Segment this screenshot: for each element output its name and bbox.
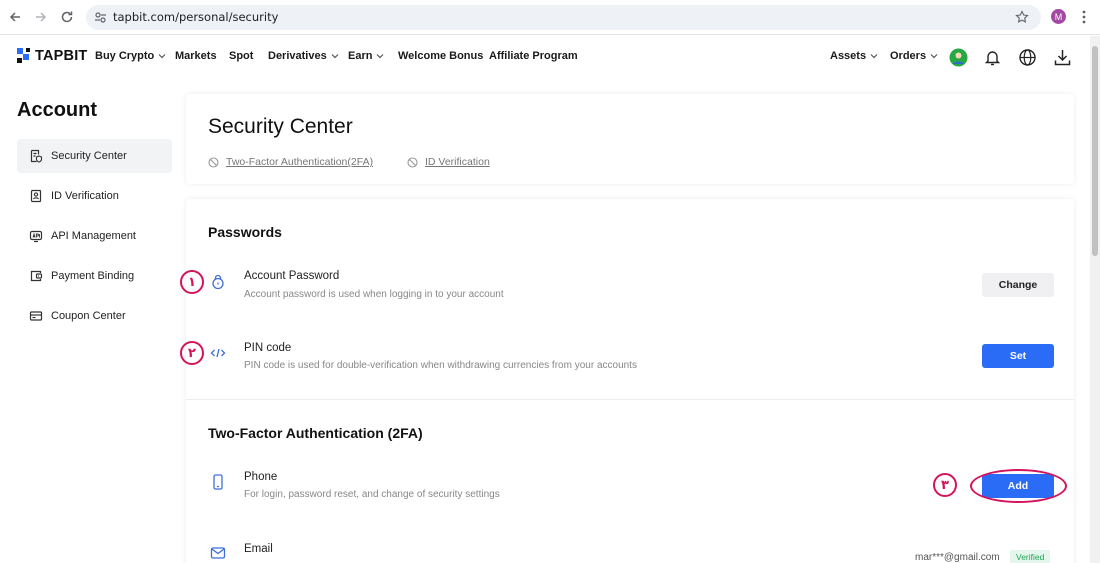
url-text: tapbit.com/personal/security: [113, 10, 279, 24]
chevron-down-icon: [158, 54, 166, 59]
pin-code-title: PIN code: [244, 342, 292, 354]
sidebar-item-coupon-center[interactable]: Coupon Center: [17, 299, 172, 333]
bell-icon[interactable]: [983, 48, 1002, 67]
verified-badge: Verified: [1010, 550, 1051, 563]
api-icon: [29, 230, 43, 243]
sidebar-item-api-management[interactable]: API Management: [17, 219, 172, 253]
lock-icon: [209, 273, 227, 291]
sidebar-item-payment-binding[interactable]: Payment Binding: [17, 259, 172, 293]
account-password-title: Account Password: [244, 270, 340, 282]
passwords-section-title: Passwords: [208, 224, 282, 240]
wallet-icon: [30, 270, 43, 282]
profile-avatar[interactable]: M: [1051, 9, 1066, 24]
nav-welcome-bonus[interactable]: Welcome Bonus: [398, 50, 483, 62]
tapbit-logo[interactable]: TAPBIT: [17, 48, 87, 64]
sidebar-title: Account: [17, 99, 97, 121]
chevron-down-icon: [870, 54, 878, 59]
annotation-marker-3: ٣: [933, 473, 957, 497]
ban-icon: [208, 156, 219, 168]
chevron-down-icon: [930, 54, 938, 59]
page-scrollbar[interactable]: [1090, 36, 1100, 563]
account-password-desc: Account password is used when logging in…: [244, 289, 504, 300]
scrollbar-thumb[interactable]: [1092, 46, 1098, 256]
logo-mark-icon: [17, 48, 31, 64]
back-icon[interactable]: [6, 8, 24, 26]
site-settings-icon[interactable]: [94, 11, 107, 24]
nav-affiliate-program[interactable]: Affiliate Program: [489, 50, 578, 62]
id-card-icon: [30, 189, 42, 203]
browser-toolbar: tapbit.com/personal/security M: [0, 0, 1100, 35]
chevron-down-icon: [331, 54, 339, 59]
bookmark-star-icon[interactable]: [1015, 10, 1029, 24]
email-value: mar***@gmail.com: [915, 552, 1000, 563]
chevron-down-icon: [377, 54, 384, 59]
forward-icon[interactable]: [32, 8, 50, 26]
annotation-marker-2: ٢: [180, 341, 204, 365]
phone-desc: For login, password reset, and change of…: [244, 489, 500, 500]
site-header: TAPBIT Buy Crypto Markets Spot Derivativ…: [0, 36, 1090, 80]
pin-code-desc: PIN code is used for double-verification…: [244, 360, 637, 371]
coupon-icon: [29, 311, 43, 321]
nav-earn[interactable]: Earn: [348, 50, 384, 62]
logo-text: TAPBIT: [35, 48, 88, 64]
phone-title: Phone: [244, 471, 278, 483]
document-shield-icon: [30, 149, 43, 163]
annotation-marker-1: ١: [180, 270, 204, 294]
mail-icon: [209, 544, 227, 562]
annotation-highlight-oval: [970, 469, 1067, 503]
sidebar-item-security-center[interactable]: Security Center: [17, 139, 172, 173]
security-center-header-card: [186, 94, 1074, 184]
status-link-2fa[interactable]: Two-Factor Authentication(2FA): [208, 156, 373, 168]
avatar-icon[interactable]: [949, 48, 968, 67]
page-title: Security Center: [208, 115, 353, 138]
nav-buy-crypto[interactable]: Buy Crypto: [95, 50, 166, 62]
ban-icon: [407, 156, 418, 168]
address-bar[interactable]: tapbit.com/personal/security: [86, 5, 1041, 30]
nav-assets[interactable]: Assets: [830, 50, 878, 62]
set-pin-button[interactable]: Set: [982, 344, 1054, 368]
nav-orders[interactable]: Orders: [890, 50, 938, 62]
nav-spot[interactable]: Spot: [229, 50, 253, 62]
code-icon: [209, 344, 227, 362]
section-divider: [186, 399, 1074, 400]
download-icon[interactable]: [1053, 48, 1072, 67]
phone-icon: [209, 473, 227, 491]
security-settings-card: [186, 199, 1074, 563]
reload-icon[interactable]: [58, 8, 76, 26]
change-password-button[interactable]: Change: [982, 273, 1054, 297]
sidebar-item-id-verification[interactable]: ID Verification: [17, 179, 172, 213]
nav-markets[interactable]: Markets: [175, 50, 217, 62]
email-title: Email: [244, 543, 273, 555]
twofa-section-title: Two-Factor Authentication (2FA): [208, 425, 423, 441]
globe-icon[interactable]: [1018, 48, 1037, 67]
browser-menu-icon[interactable]: [1077, 9, 1091, 25]
status-link-id-verification[interactable]: ID Verification: [407, 156, 490, 168]
nav-derivatives[interactable]: Derivatives: [268, 50, 339, 62]
